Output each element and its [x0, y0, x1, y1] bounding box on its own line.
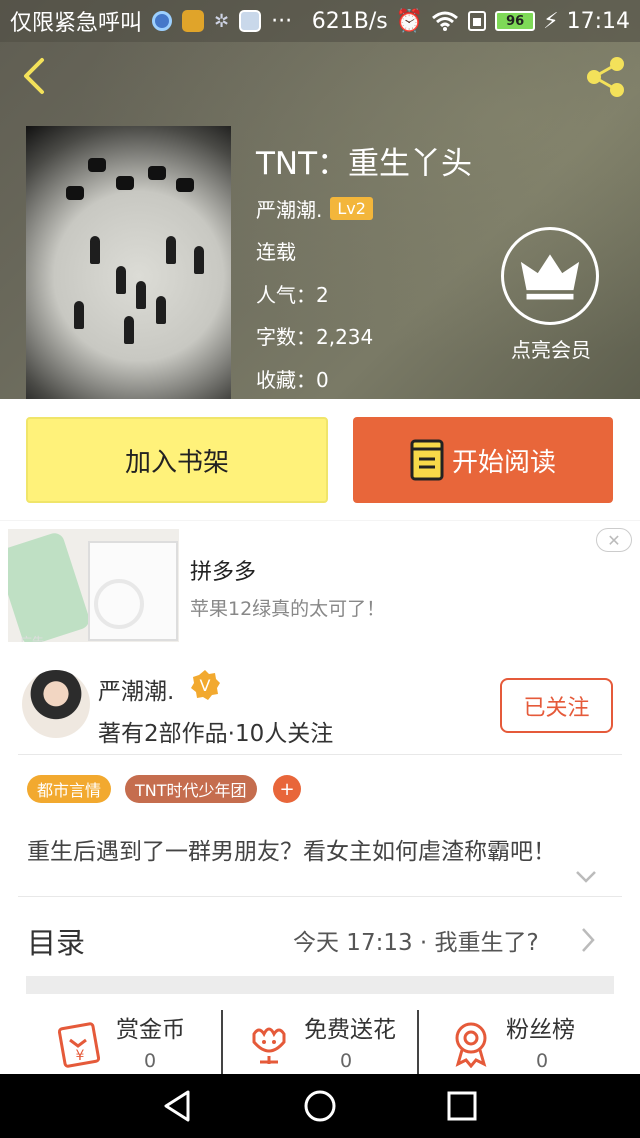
fan-ranking-count: 0 — [536, 1050, 549, 1072]
ad-description[interactable]: 苹果12绿真的太可了！ — [190, 594, 385, 621]
send-flower-count: 0 — [340, 1050, 353, 1072]
latest-chapter[interactable]: 今天 17:13 · 我重生了? — [293, 923, 539, 957]
send-flower-button[interactable]: 免费送花 0 — [244, 1010, 396, 1074]
book-author[interactable]: 严潮潮. Lv2 — [256, 194, 373, 223]
more-notifications-icon: ··· — [271, 8, 293, 34]
svg-text:V: V — [200, 676, 211, 695]
start-reading-button[interactable]: 开始阅读 — [353, 417, 613, 503]
tag-genre[interactable]: 都市言情 — [27, 775, 112, 803]
author-name[interactable]: 严潮潮. — [256, 194, 322, 223]
status-bar: 仅限紧急呼叫 ✲ ··· 621B/s ⏰ 96 ⚡ 17:14 — [0, 0, 640, 42]
charging-icon: ⚡ — [543, 8, 559, 34]
carrier-text: 仅限紧急呼叫 — [10, 11, 143, 36]
alarm-icon: ⏰ — [395, 8, 424, 34]
book-title: TNT：重生丫头 — [256, 146, 473, 182]
divider — [18, 896, 622, 897]
separator — [417, 1010, 419, 1074]
chevron-down-icon[interactable] — [574, 868, 598, 886]
favorites-count: 收藏：0 — [256, 368, 329, 392]
reward-coins-count: 0 — [144, 1050, 157, 1072]
share-icon[interactable] — [582, 54, 628, 100]
close-icon: ✕ — [607, 530, 621, 550]
ad-badge: 广告 — [20, 635, 45, 642]
tag-fandom[interactable]: TNT时代少年团 — [125, 775, 257, 803]
start-reading-label: 开始阅读 — [451, 447, 556, 478]
browser-notification-icon — [152, 11, 173, 31]
toc-label[interactable]: 目录 — [27, 920, 85, 962]
action-bar: 加入书架 开始阅读 — [0, 399, 640, 520]
network-speed: 621B/s — [311, 8, 388, 34]
ad-close-button[interactable]: ✕ — [596, 528, 632, 552]
add-to-shelf-label: 加入书架 — [124, 447, 229, 478]
system-nav-bar — [0, 1074, 640, 1138]
medal-icon — [455, 1022, 487, 1068]
vip-label[interactable]: 点亮会员 — [496, 334, 606, 363]
author-stats: 著有2部作品·10人关注 — [98, 721, 334, 747]
wifi-icon — [432, 11, 459, 31]
battery-icon: 96 — [495, 11, 536, 31]
nav-home-icon[interactable] — [300, 1086, 340, 1126]
svg-text:¥: ¥ — [76, 1048, 85, 1064]
ad-banner[interactable]: 广告 拼多多 苹果12绿真的太可了！ ✕ — [0, 521, 640, 658]
book-summary[interactable]: 重生后遇到了一群男朋友？看女主如何虐渣称霸吧！ — [27, 832, 556, 866]
book-cover[interactable] — [26, 126, 231, 399]
nav-recents-icon[interactable] — [442, 1086, 482, 1126]
level-badge: Lv2 — [330, 197, 373, 220]
divider — [18, 754, 622, 755]
flower-icon — [252, 1027, 286, 1064]
add-tag-button[interactable]: + — [273, 775, 301, 803]
settings-notification-icon: ✲ — [214, 10, 230, 32]
follow-button[interactable]: 已关注 — [500, 678, 613, 733]
sim-icon — [468, 11, 487, 31]
book-info-section: 严潮潮. V 著有2部作品·10人关注 已关注 都市言情 TNT时代少年团 + … — [0, 658, 640, 1074]
chevron-right-icon[interactable] — [580, 926, 596, 954]
back-arrow-icon[interactable] — [14, 56, 54, 96]
fan-ranking-button[interactable]: 粉丝榜 0 — [446, 1010, 575, 1074]
serial-status: 连载 — [256, 240, 296, 264]
add-to-shelf-button[interactable]: 加入书架 — [26, 417, 328, 503]
nav-back-icon[interactable] — [158, 1086, 198, 1126]
red-envelope-icon: ¥ — [57, 1022, 101, 1068]
app-notification-icon — [182, 10, 205, 32]
clock: 17:14 — [566, 8, 630, 34]
popularity: 人气：2 — [256, 283, 329, 307]
reward-coins-button[interactable]: ¥ 赏金币 0 — [56, 1010, 185, 1074]
avatar[interactable] — [22, 670, 90, 738]
app-notification-icon-2 — [239, 10, 262, 32]
word-count: 字数：2,234 — [256, 325, 374, 349]
follow-label: 已关注 — [523, 695, 590, 721]
verified-v-icon: V — [191, 670, 220, 700]
ad-title[interactable]: 拼多多 — [190, 554, 256, 586]
separator — [221, 1010, 223, 1074]
ad-image[interactable]: 广告 — [8, 529, 179, 642]
crown-icon[interactable] — [501, 227, 599, 325]
section-separator — [26, 976, 614, 994]
book-icon — [410, 439, 444, 481]
author-card-name[interactable]: 严潮潮. — [98, 672, 174, 706]
